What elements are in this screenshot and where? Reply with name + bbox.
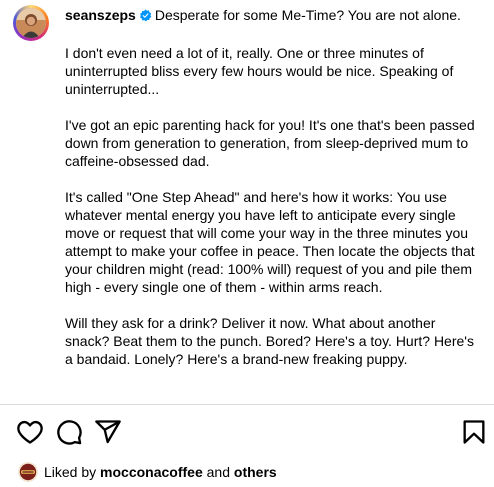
profile-avatar[interactable] [13, 5, 49, 41]
post-caption-area: seanszeps Desperate for some Me-Time? You… [0, 0, 494, 403]
liker-username-link[interactable]: mocconacoffee [100, 464, 203, 480]
username-link[interactable]: seanszeps [65, 7, 136, 23]
liker-avatar[interactable] [18, 462, 38, 482]
verified-badge-icon [139, 8, 152, 26]
caption-first-line: Desperate for some Me-Time? You are not … [154, 7, 461, 23]
comment-button[interactable] [55, 418, 83, 446]
heart-icon [16, 418, 44, 446]
share-icon [94, 418, 122, 446]
likes-others-link[interactable]: others [234, 464, 277, 480]
like-button[interactable] [16, 418, 44, 446]
caption-paragraph: It's called "One Step Ahead" and here's … [65, 189, 475, 295]
caption-paragraph-first: seanszeps Desperate for some Me-Time? You… [65, 6, 483, 26]
caption-paragraph: Will they ask for a drink? Deliver it no… [65, 315, 474, 367]
share-button[interactable] [94, 418, 122, 446]
liked-connector: and [206, 464, 230, 480]
save-button[interactable] [460, 418, 488, 446]
comment-icon [55, 418, 83, 446]
avatar-image [16, 8, 46, 38]
liked-by-label: Liked by [44, 464, 97, 480]
caption-paragraph: I've got an epic parenting hack for you!… [65, 117, 475, 169]
bookmark-icon [460, 418, 488, 446]
section-divider [0, 404, 494, 405]
caption-text: seanszeps Desperate for some Me-Time? You… [65, 6, 483, 386]
likes-summary: Liked by mocconacoffee and others [18, 462, 277, 482]
caption-paragraph: I don't even need a lot of it, really. O… [65, 45, 454, 97]
post-action-bar [0, 418, 494, 446]
